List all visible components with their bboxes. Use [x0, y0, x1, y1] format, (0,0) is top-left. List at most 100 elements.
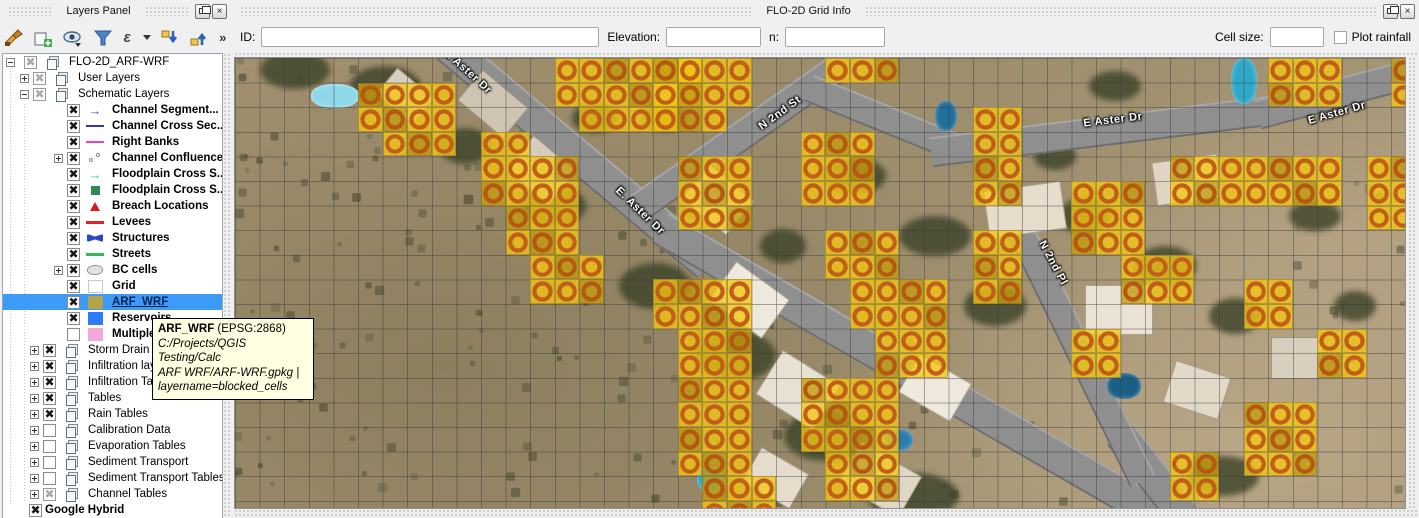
arf-cell [678, 402, 703, 427]
expand-icon[interactable] [54, 154, 63, 163]
layer-tree-item-channel-tables[interactable]: ✖Channel Tables [3, 486, 222, 502]
layer-label: Sediment Transport [88, 456, 188, 468]
layer-tree-item-arf-wrf[interactable]: ✖ARF_WRF [3, 294, 222, 310]
layer-visibility-checkbox[interactable]: ✖ [67, 136, 80, 149]
layer-visibility-checkbox[interactable]: ✖ [67, 296, 80, 309]
layer-visibility-checkbox[interactable]: ✖ [67, 184, 80, 197]
layer-visibility-checkbox[interactable]: ✖ [67, 312, 80, 325]
layer-tree-item-floodplain-cross-s[interactable]: ✖→Floodplain Cross S... [3, 166, 222, 182]
expand-icon[interactable] [30, 442, 39, 451]
layer-visibility-checkbox[interactable]: ✖ [43, 408, 56, 421]
layer-visibility-checkbox[interactable]: ✖ [67, 280, 80, 293]
collapse-icon[interactable] [6, 58, 15, 67]
layer-tree-item-bc-cells[interactable]: ✖BC cells [3, 262, 222, 278]
layer-tree-item-streets[interactable]: ✖Streets [3, 246, 222, 262]
n-input[interactable] [785, 27, 885, 47]
arrow-symbol-icon: → [89, 168, 102, 181]
expand-icon[interactable] [20, 74, 29, 83]
filter-legend-button[interactable] [93, 27, 113, 49]
layer-visibility-checkbox[interactable] [67, 328, 80, 341]
expand-icon[interactable] [30, 346, 39, 355]
layer-visibility-checkbox[interactable]: ✖ [43, 344, 56, 357]
layer-tree-item-user-layers[interactable]: ✖User Layers [3, 70, 222, 86]
layer-visibility-checkbox[interactable] [43, 424, 56, 437]
filter-expression-button[interactable]: ε [122, 27, 133, 49]
expression-dropdown-caret[interactable] [143, 35, 151, 40]
float-panel-button[interactable] [195, 4, 210, 19]
layer-tree-item-evaporation-tables[interactable]: Evaporation Tables [3, 438, 222, 454]
layer-tree-item-right-banks[interactable]: ✖Right Banks [3, 134, 222, 150]
layer-visibility-checkbox[interactable]: ✖ [33, 72, 46, 85]
layer-visibility-checkbox[interactable]: ✖ [67, 248, 80, 261]
layer-visibility-checkbox[interactable]: ✖ [24, 56, 37, 69]
arf-cell [678, 427, 703, 452]
layer-visibility-checkbox[interactable]: ✖ [67, 232, 80, 245]
layers-panel-scrollbar[interactable] [223, 53, 231, 518]
arf-cell [678, 58, 703, 83]
layer-tree-item-channel-cross-sec[interactable]: ✖Channel Cross Sec... [3, 118, 222, 134]
collapse-all-button[interactable] [189, 27, 209, 49]
layer-tree-item-floodplain-cross-s[interactable]: ✖Floodplain Cross S... [3, 182, 222, 198]
layer-visibility-checkbox[interactable]: ✖ [67, 120, 80, 133]
group-icon [66, 392, 77, 404]
expand-icon[interactable] [30, 458, 39, 467]
layer-tree-item-sediment-transport-tables[interactable]: Sediment Transport Tables [3, 470, 222, 486]
layer-visibility-checkbox[interactable]: ✖ [43, 360, 56, 373]
layer-visibility-checkbox[interactable]: ✖ [67, 152, 80, 165]
expand-icon[interactable] [30, 378, 39, 387]
close-icon: × [1405, 6, 1411, 17]
add-group-button[interactable] [33, 27, 53, 49]
id-input[interactable] [261, 27, 599, 47]
layers-panel-title: Layers Panel [58, 5, 138, 17]
layer-visibility-checkbox[interactable]: ✖ [67, 200, 80, 213]
arf-cell [358, 83, 383, 108]
expand-icon[interactable] [30, 394, 39, 403]
toolbar-overflow-button[interactable]: » [218, 27, 229, 49]
float-panel-button[interactable] [1383, 4, 1398, 19]
collapse-icon[interactable] [20, 90, 29, 99]
layer-tree-item-sediment-transport[interactable]: Sediment Transport [3, 454, 222, 470]
arf-cell [875, 402, 900, 427]
arf-cell [1145, 279, 1170, 304]
expand-icon[interactable] [54, 266, 63, 275]
expand-icon[interactable] [30, 426, 39, 435]
layer-visibility-checkbox[interactable]: ✖ [43, 392, 56, 405]
expand-icon[interactable] [30, 474, 39, 483]
layer-visibility-checkbox[interactable] [43, 456, 56, 469]
elevation-input[interactable] [666, 27, 761, 47]
layer-visibility-checkbox[interactable]: ✖ [67, 168, 80, 181]
layer-tree-item-structures[interactable]: ✖Structures [3, 230, 222, 246]
layer-tree-item-grid[interactable]: ✖Grid [3, 278, 222, 294]
layer-visibility-checkbox[interactable]: ✖ [29, 504, 42, 517]
layer-visibility-checkbox[interactable]: ✖ [33, 88, 46, 101]
map-canvas[interactable]: E Aster DrE. Aster DrN 2nd StE Aster DrE… [234, 57, 1406, 509]
layer-tree-item-flo-2d-arf-wrf[interactable]: ✖FLO-2D_ARF-WRF [3, 54, 222, 70]
expand-icon[interactable] [30, 490, 39, 499]
layer-tree-item-google-hybrid[interactable]: ✖Google Hybrid [3, 502, 222, 518]
layer-visibility-checkbox[interactable]: ✖ [67, 264, 80, 277]
layer-tree-item-rain-tables[interactable]: ✖Rain Tables [3, 406, 222, 422]
plot-rainfall-checkbox[interactable] [1334, 31, 1347, 44]
close-panel-button[interactable]: × [212, 4, 227, 19]
manage-visibility-button[interactable] [62, 27, 84, 49]
layer-tree-item-levees[interactable]: ✖ Levees [3, 214, 222, 230]
layer-visibility-checkbox[interactable]: ✖ [43, 376, 56, 389]
layer-visibility-checkbox[interactable]: ✖ [67, 216, 80, 229]
expand-icon[interactable] [30, 410, 39, 419]
cell-size-input[interactable] [1270, 27, 1324, 47]
layer-visibility-checkbox[interactable] [43, 472, 56, 485]
layer-tree-item-calibration-data[interactable]: Calibration Data [3, 422, 222, 438]
close-panel-button[interactable]: × [1400, 4, 1415, 19]
layer-visibility-checkbox[interactable] [43, 440, 56, 453]
expand-all-button[interactable] [160, 27, 180, 49]
layer-tree-item-schematic-layers[interactable]: ✖Schematic Layers [3, 86, 222, 102]
layer-visibility-checkbox[interactable]: ✖ [43, 488, 56, 501]
style-manager-button[interactable] [4, 27, 24, 49]
layer-tree-item-channel-confluences[interactable]: ✖Channel Confluences [3, 150, 222, 166]
expand-icon[interactable] [30, 362, 39, 371]
layer-visibility-checkbox[interactable]: ✖ [67, 104, 80, 117]
layer-tree-item-breach-locations[interactable]: ✖Breach Locations [3, 198, 222, 214]
layer-tree-item-channel-segment[interactable]: ✖→Channel Segment... [3, 102, 222, 118]
layer-label: Levees [112, 216, 151, 228]
arf-cell [702, 378, 727, 403]
